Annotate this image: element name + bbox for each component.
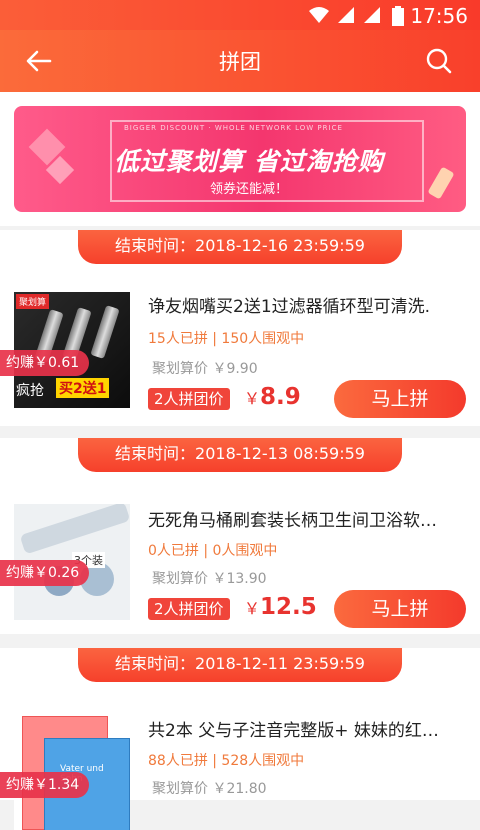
earn-badge: 约赚￥1.34 <box>0 772 90 798</box>
wifi-icon <box>308 6 330 28</box>
promo-banner[interactable]: BIGGER DISCOUNT · WHOLE NETWORK LOW PRIC… <box>14 106 466 212</box>
join-group-button[interactable]: 马上拼 <box>334 590 466 628</box>
banner-slogan: 低过聚划算 省过淘抢购 <box>114 147 384 176</box>
thumb-text: 疯抢 <box>16 383 44 399</box>
end-time-value: 2018-12-11 23:59:59 <box>195 654 365 673</box>
earn-badge: 约赚￥0.61 <box>0 350 90 376</box>
product-title: 无死角马桶刷套装长柄卫生间卫浴软… <box>148 511 437 531</box>
group-price: ￥12.5 <box>244 594 317 620</box>
product-card[interactable]: 结束时间：2018-12-11 23:59:59 Vater und Sohn … <box>0 648 480 830</box>
earn-badge: 约赚￥0.26 <box>0 560 90 586</box>
reference-price: 聚划算价 ￥21.80 <box>152 781 267 797</box>
product-stats: 15人已拼 | 150人围观中 <box>148 331 305 347</box>
battery-icon <box>392 6 404 30</box>
currency-symbol: ￥ <box>244 389 261 408</box>
product-title: 共2本 父与子注音完整版+ 妹妹的红… <box>148 721 439 741</box>
group-price-tag: 2人拼团价 <box>148 388 230 410</box>
end-time-tag: 结束时间：2018-12-16 23:59:59 <box>78 230 402 264</box>
thumb-promo: 买2送1 <box>56 378 110 398</box>
reference-price: 聚划算价 ￥9.90 <box>152 361 258 377</box>
end-time-label: 结束时间： <box>115 654 196 673</box>
status-time: 17:56 <box>410 4 468 28</box>
banner-subtitle: 领券还能减！ <box>210 182 289 197</box>
signal-icon <box>336 6 356 28</box>
price-value: 12.5 <box>260 594 317 620</box>
search-icon[interactable] <box>422 44 456 78</box>
thumb-badge: 聚划算 <box>16 294 50 309</box>
price-value: 8.9 <box>260 384 301 410</box>
nav-bar: 拼团 <box>0 30 480 92</box>
product-stats: 0人已拼 | 0人围观中 <box>148 543 278 559</box>
status-bar: 17:56 <box>0 0 480 30</box>
product-card[interactable]: 结束时间：2018-12-16 23:59:59 聚划算 疯抢 买2送1 约赚￥… <box>0 230 480 426</box>
end-time-value: 2018-12-16 23:59:59 <box>195 236 365 255</box>
product-card[interactable]: 结束时间：2018-12-13 08:59:59 3个装 约赚￥0.26 无死角… <box>0 438 480 634</box>
join-group-button[interactable]: 马上拼 <box>334 380 466 418</box>
currency-symbol: ￥ <box>244 599 261 618</box>
signal-icon-2 <box>362 6 382 28</box>
group-price: ￥8.9 <box>244 384 301 410</box>
group-price-tag: 2人拼团价 <box>148 598 230 620</box>
end-time-value: 2018-12-13 08:59:59 <box>195 444 365 463</box>
reference-price: 聚划算价 ￥13.90 <box>152 571 267 587</box>
lipstick-decoration <box>427 166 455 200</box>
end-time-tag: 结束时间：2018-12-11 23:59:59 <box>78 648 402 682</box>
end-time-label: 结束时间： <box>115 236 196 255</box>
banner-area: BIGGER DISCOUNT · WHOLE NETWORK LOW PRIC… <box>0 92 480 226</box>
page-title: 拼团 <box>219 50 261 74</box>
banner-small-text: BIGGER DISCOUNT · WHOLE NETWORK LOW PRIC… <box>124 124 343 132</box>
end-time-tag: 结束时间：2018-12-13 08:59:59 <box>78 438 402 472</box>
product-stats: 88人已拼 | 528人围观中 <box>148 753 305 769</box>
brush-handle <box>19 504 130 555</box>
product-title: 诤友烟嘴买2送1过滤器循环型可清洗. <box>148 297 431 317</box>
end-time-label: 结束时间： <box>115 444 196 463</box>
